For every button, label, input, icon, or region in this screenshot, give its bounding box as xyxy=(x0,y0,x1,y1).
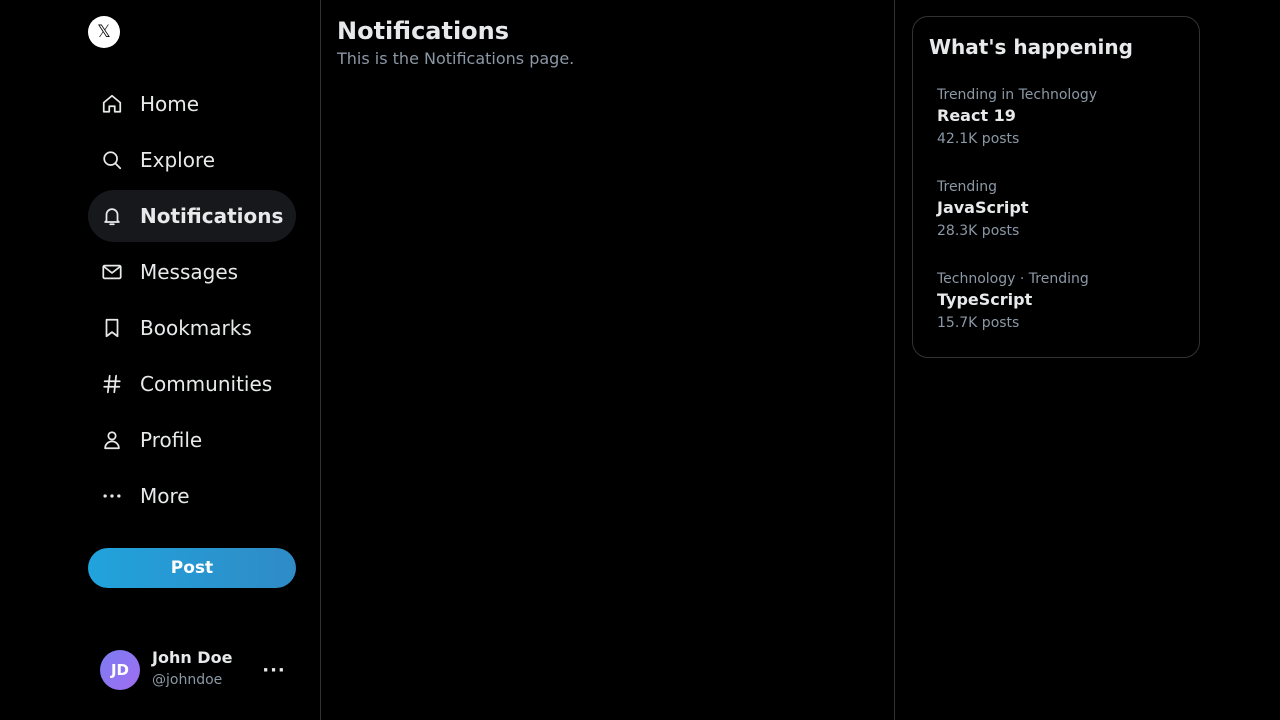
main-column: Notifications This is the Notifications … xyxy=(321,0,895,720)
trend-context: Trending xyxy=(937,179,997,195)
account-info: John Doe @johndoe xyxy=(152,648,232,692)
nav-item-profile[interactable]: Profile xyxy=(88,414,296,466)
nav-item-explore[interactable]: Explore xyxy=(88,134,296,186)
nav-label: Notifications xyxy=(140,204,284,228)
trend-post-count: 28.3K posts xyxy=(937,223,1020,239)
trend-item[interactable]: Trending JavaScript 28.3K posts xyxy=(937,177,1177,243)
nav-item-notifications[interactable]: Notifications xyxy=(88,190,296,242)
nav-item-home[interactable]: Home xyxy=(88,78,296,130)
account-name: John Doe xyxy=(152,648,233,667)
bookmark-icon xyxy=(100,316,124,340)
trend-context: Technology · Trending xyxy=(937,271,1089,287)
trend-item[interactable]: Trending in Technology React 19 42.1K po… xyxy=(937,85,1177,151)
nav-item-bookmarks[interactable]: Bookmarks xyxy=(88,302,296,354)
nav-label: Explore xyxy=(140,148,216,172)
hashtag-icon xyxy=(100,372,124,396)
nav-label: Home xyxy=(140,92,200,116)
avatar: JD xyxy=(100,650,140,690)
trend-post-count: 15.7K posts xyxy=(937,315,1020,331)
left-sidebar: 𝕏 Home Explore Notifications Messages Bo… xyxy=(0,0,321,720)
trend-post-count: 42.1K posts xyxy=(937,131,1020,147)
trends-title: What's happening xyxy=(929,35,1133,59)
nav-item-more[interactable]: More xyxy=(88,470,296,522)
trend-name: React 19 xyxy=(937,106,1016,125)
more-dots-icon[interactable]: ··· xyxy=(260,658,288,682)
nav-label: Profile xyxy=(140,428,203,452)
search-icon xyxy=(100,148,124,172)
nav-label: Bookmarks xyxy=(140,316,252,340)
primary-nav: Home Explore Notifications Messages Book… xyxy=(88,78,296,526)
account-handle: @johndoe xyxy=(152,672,223,688)
whats-happening-panel: What's happening Trending in Technology … xyxy=(912,16,1200,358)
nav-label: Messages xyxy=(140,260,239,284)
page-description: This is the Notifications page. xyxy=(337,49,575,68)
nav-label: More xyxy=(140,484,190,508)
page-title: Notifications xyxy=(337,17,510,45)
person-icon xyxy=(100,428,124,452)
app-root: 𝕏 Home Explore Notifications Messages Bo… xyxy=(0,0,1280,720)
nav-label: Communities xyxy=(140,372,273,396)
trend-name: JavaScript xyxy=(937,198,1029,217)
home-icon xyxy=(100,92,124,116)
post-button[interactable]: Post xyxy=(88,548,296,588)
envelope-icon xyxy=(100,260,124,284)
account-switcher[interactable]: JD John Doe @johndoe ··· xyxy=(88,640,296,700)
trend-name: TypeScript xyxy=(937,290,1033,309)
trend-context: Trending in Technology xyxy=(937,87,1098,103)
bell-icon xyxy=(100,204,124,228)
nav-item-messages[interactable]: Messages xyxy=(88,246,296,298)
trend-item[interactable]: Technology · Trending TypeScript 15.7K p… xyxy=(937,269,1177,335)
nav-item-communities[interactable]: Communities xyxy=(88,358,296,410)
more-dots-icon xyxy=(100,484,124,508)
x-logo-icon[interactable]: 𝕏 xyxy=(88,16,120,48)
